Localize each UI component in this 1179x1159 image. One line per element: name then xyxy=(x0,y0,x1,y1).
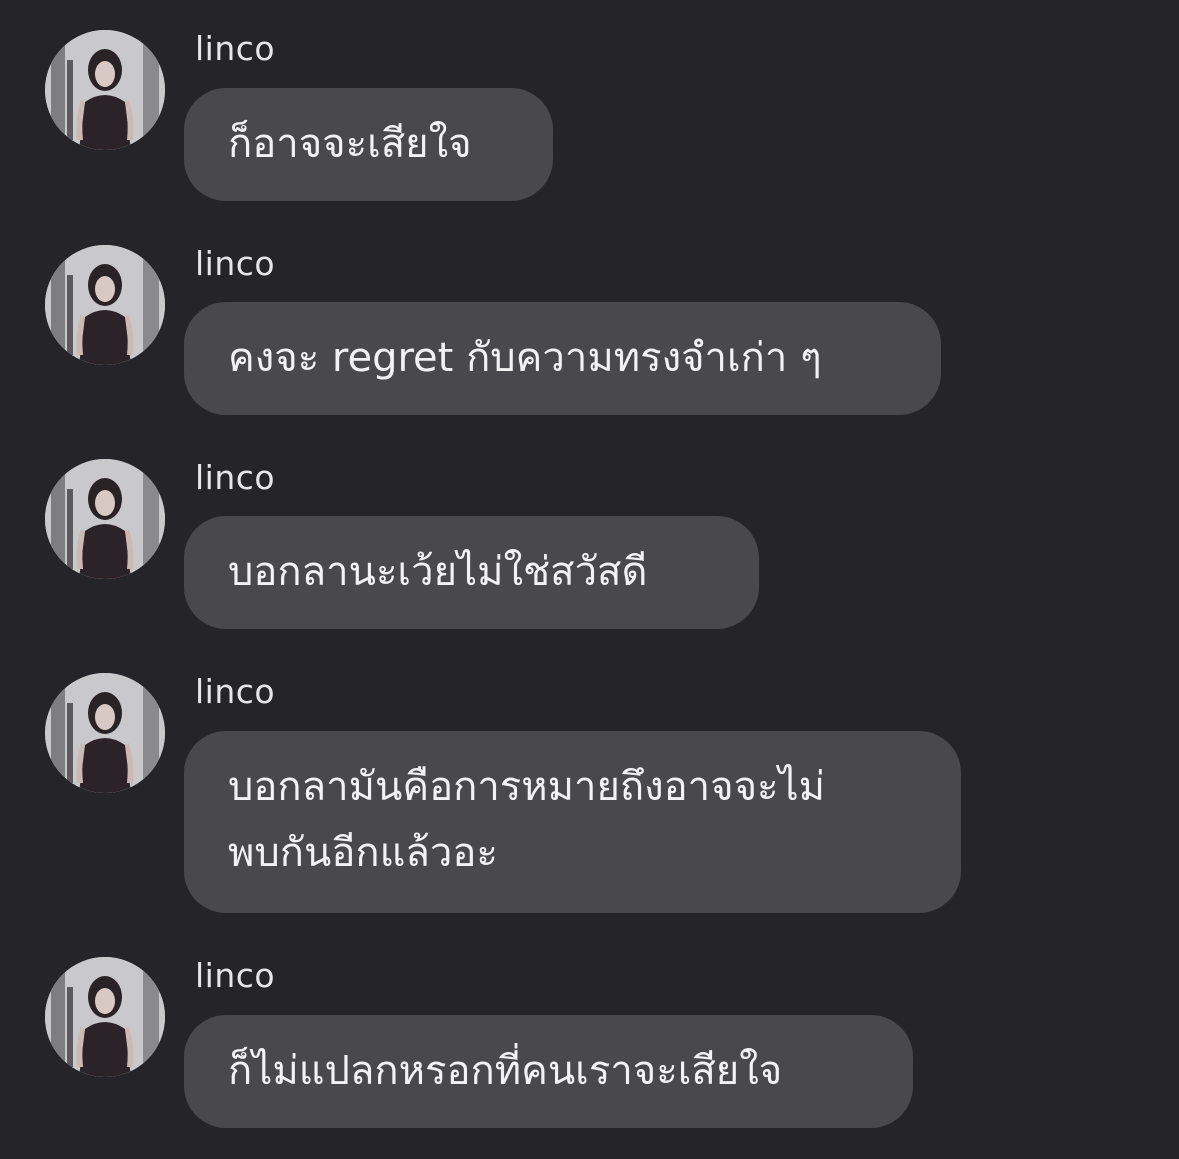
avatar[interactable] xyxy=(45,30,165,150)
sender-name: linco xyxy=(195,672,276,711)
sender-name: linco xyxy=(195,956,276,995)
avatar[interactable] xyxy=(45,459,165,579)
sender-name: linco xyxy=(195,244,276,283)
profile-photo-icon xyxy=(45,957,165,1077)
message-bubble[interactable]: บอกลานะเว้ยไม่ใช่สวัสดี xyxy=(184,516,759,629)
sender-name: linco xyxy=(195,29,276,68)
chat-thread: linco ก็อาจจะเสียใจ linco คงจะ regret กั… xyxy=(0,0,1179,1159)
message-bubble[interactable]: คงจะ regret กับความทรงจำเก่า ๆ xyxy=(184,302,941,415)
message-bubble[interactable]: บอกลามันคือการหมายถึงอาจจะไม่ พบกันอีกแล… xyxy=(184,731,961,913)
profile-photo-icon xyxy=(45,459,165,579)
avatar[interactable] xyxy=(45,245,165,365)
avatar[interactable] xyxy=(45,957,165,1077)
message-bubble[interactable]: ก็ไม่แปลกหรอกที่คนเราจะเสียใจ xyxy=(184,1015,913,1128)
message-bubble[interactable]: ก็อาจจะเสียใจ xyxy=(184,88,553,201)
sender-name: linco xyxy=(195,458,276,497)
profile-photo-icon xyxy=(45,673,165,793)
profile-photo-icon xyxy=(45,245,165,365)
profile-photo-icon xyxy=(45,30,165,150)
avatar[interactable] xyxy=(45,673,165,793)
